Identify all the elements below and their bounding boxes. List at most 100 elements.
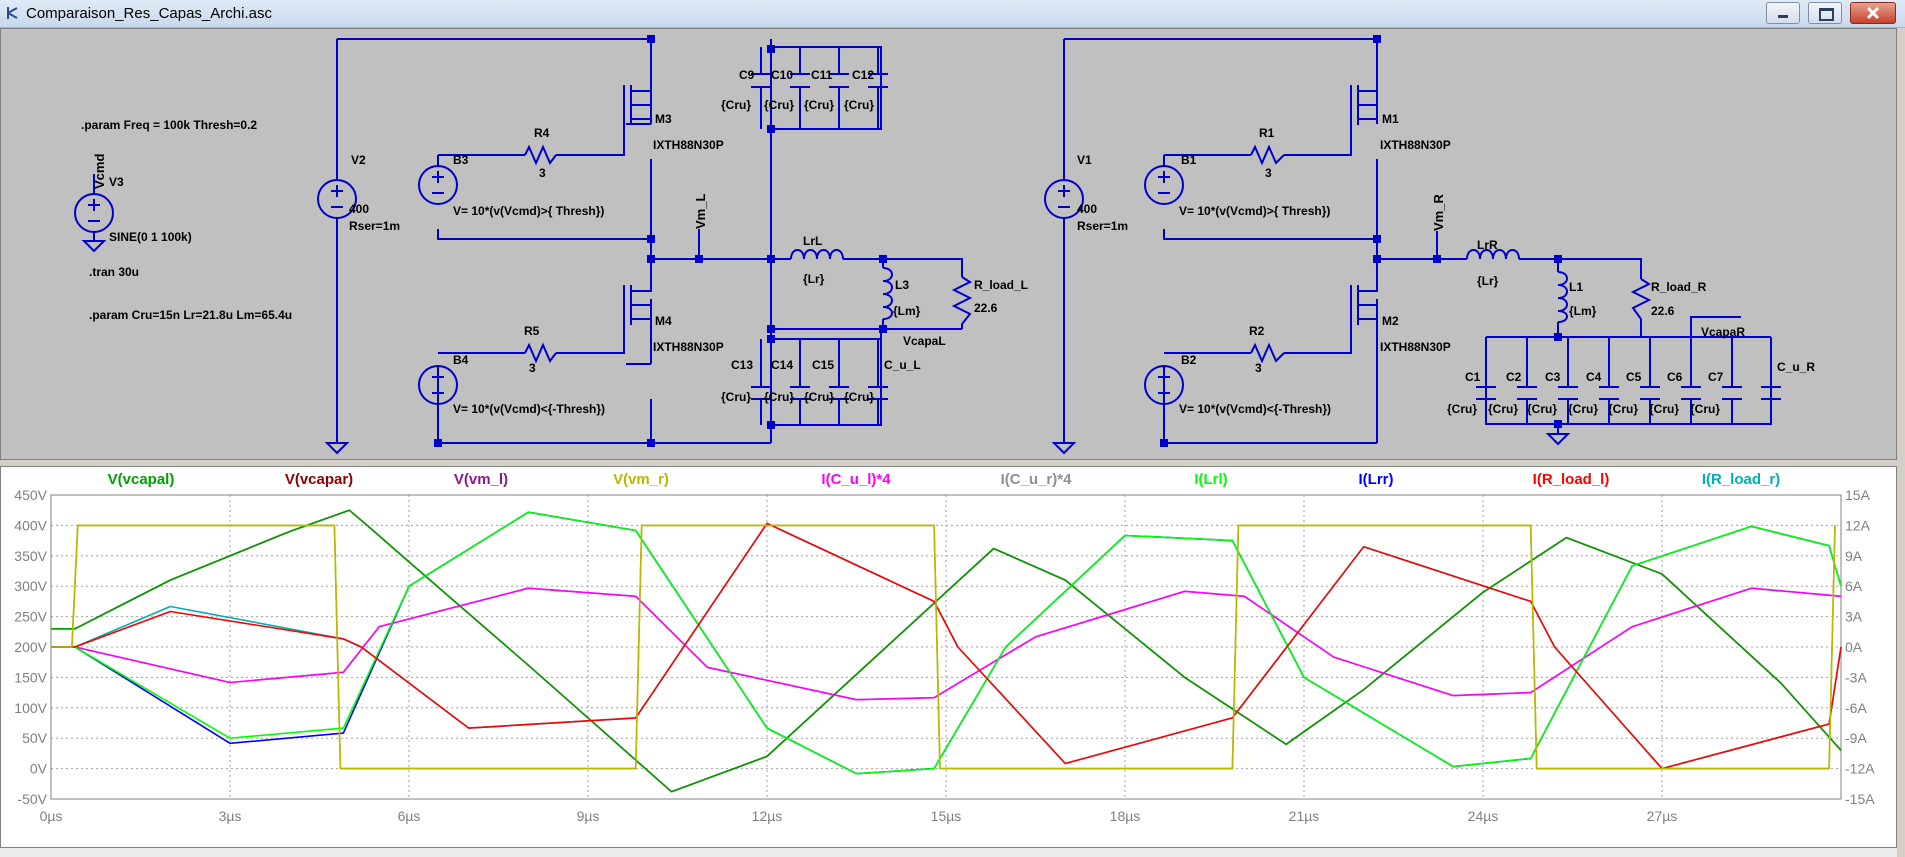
y-left-tick-label: 450V — [14, 487, 47, 503]
legend-entry[interactable]: I(R_load_l) — [1533, 471, 1610, 488]
y-right-tick-label: -15A — [1845, 791, 1875, 807]
y-left-tick-label: 350V — [14, 548, 47, 564]
plot-legend[interactable]: V(vcapal) V(vcapar) V(vm_l) V(vm_r) I(C_u_l)… — [108, 471, 1781, 488]
waveform-viewer[interactable]: 450V 400V 350V 300V 250V 200V 150V 100V 50V 0V -50… — [0, 466, 1897, 848]
schematic-canvas[interactable]: .param Freq = 100k Thresh=0.2 .tran 30u … — [1, 29, 1894, 457]
r4-value: 3 — [539, 166, 546, 180]
cap-c2-value: {Cru} — [1488, 402, 1518, 416]
legend-entry[interactable]: V(vm_l) — [454, 471, 508, 488]
close-button[interactable] — [1850, 2, 1896, 24]
b1-name: B1 — [1181, 153, 1197, 167]
legend-entry[interactable]: I(Lrr) — [1359, 471, 1394, 488]
cap-c3-value: {Cru} — [1527, 402, 1557, 416]
y-left-tick-label: 300V — [14, 578, 47, 594]
net-vcmd: Vcmd — [92, 154, 107, 189]
cap-c13-name: C13 — [731, 358, 753, 372]
r5-value: 3 — [529, 361, 536, 375]
y-right-tick-label: -9A — [1845, 730, 1867, 746]
schematic-editor[interactable]: .param Freq = 100k Thresh=0.2 .tran 30u … — [0, 28, 1897, 460]
directive-param-cru: .param Cru=15n Lr=21.8u Lm=65.4u — [89, 308, 292, 322]
legend-entry[interactable]: V(vcapar) — [285, 471, 353, 488]
net-vm-r: Vm_R — [1431, 194, 1446, 231]
cap-c13-value: {Cru} — [721, 390, 751, 404]
legend-entry[interactable]: I(C_u_r)*4 — [1001, 471, 1073, 488]
y-right-tick-label: 9A — [1845, 548, 1863, 564]
y-right-tick-label: -3A — [1845, 669, 1867, 685]
cap-c14-value: {Cru} — [764, 390, 794, 404]
title-bar: Comparaison_Res_Capas_Archi.asc — [0, 0, 1905, 28]
x-tick-label: 27µs — [1647, 808, 1678, 824]
legend-entry[interactable]: V(vm_r) — [613, 471, 669, 488]
voltage-sources — [74, 165, 1571, 455]
m1-name: M1 — [1382, 112, 1399, 126]
y-left-tick-label: 400V — [14, 517, 47, 533]
lrl-value: {Lr} — [803, 272, 825, 286]
legend-entry[interactable]: I(Lrl) — [1194, 471, 1227, 488]
x-tick-label: 6µs — [398, 808, 421, 824]
cap-c7-name: C7 — [1708, 370, 1724, 384]
r2-value: 3 — [1255, 361, 1262, 375]
l3-value: {Lm} — [893, 304, 921, 318]
cap-c-u-l-name: C_u_L — [884, 358, 921, 372]
ltspice-app-icon — [7, 7, 18, 19]
waveform-plot[interactable]: 450V 400V 350V 300V 250V 200V 150V 100V 50V 0V -50… — [1, 467, 1894, 845]
legend-entry[interactable]: I(C_u_l)*4 — [821, 471, 891, 488]
cap-c14-name: C14 — [771, 358, 793, 372]
cap-c10-value: {Cru} — [764, 98, 794, 112]
cap-c-u-r-name: C_u_R — [1777, 360, 1815, 374]
plot-axes: 450V 400V 350V 300V 250V 200V 150V 100V 50V 0V -50… — [14, 487, 1875, 824]
cap-c5-value: {Cru} — [1608, 402, 1638, 416]
b4-expr: V= 10*(v(Vcmd)<{-Thresh}) — [453, 402, 605, 416]
trace-line — [51, 587, 1842, 701]
x-tick-label: 18µs — [1110, 808, 1141, 824]
cap-c9-value: {Cru} — [721, 98, 751, 112]
b4-name: B4 — [453, 353, 469, 367]
cap-c10-name: C10 — [771, 68, 793, 82]
minimize-button[interactable] — [1766, 2, 1800, 24]
y-right-tick-label: 15A — [1845, 487, 1871, 503]
v3-name: V3 — [109, 175, 124, 189]
legend-entry[interactable]: I(R_load_r) — [1702, 471, 1780, 488]
l1-name: L1 — [1569, 280, 1583, 294]
x-tick-label: 12µs — [752, 808, 783, 824]
v2-value: 400 — [349, 202, 369, 216]
window-frame-right — [1897, 28, 1905, 857]
m2-name: M2 — [1382, 314, 1399, 328]
y-left-tick-label: -50V — [17, 791, 47, 807]
r-load-l-name: R_load_L — [974, 278, 1028, 292]
net-vcapal: VcapaL — [903, 334, 946, 348]
cap-c3-name: C3 — [1545, 370, 1561, 384]
b3-expr: V= 10*(v(Vcmd)>{ Thresh}) — [453, 204, 604, 218]
y-left-tick-label: 200V — [14, 639, 47, 655]
maximize-button[interactable] — [1808, 2, 1842, 24]
y-right-tick-label: 6A — [1845, 578, 1863, 594]
cap-c12-name: C12 — [852, 68, 874, 82]
net-vm-l: Vm_L — [693, 194, 708, 229]
l3-name: L3 — [895, 278, 909, 292]
cap-c5-name: C5 — [1626, 370, 1642, 384]
window-title: Comparaison_Res_Capas_Archi.asc — [26, 5, 272, 22]
m2-part: IXTH88N30P — [1380, 340, 1451, 354]
legend-entry[interactable]: V(vcapal) — [108, 471, 175, 488]
cap-c4-name: C4 — [1586, 370, 1602, 384]
directive-param-freq: .param Freq = 100k Thresh=0.2 — [81, 118, 257, 132]
minimize-icon — [1778, 15, 1788, 18]
cap-c11-name: C11 — [811, 68, 833, 82]
cap-c7-value: {Cru} — [1690, 402, 1720, 416]
b1-expr: V= 10*(v(Vcmd)>{ Thresh}) — [1179, 204, 1330, 218]
r5-name: R5 — [524, 324, 540, 338]
y-right-tick-label: 12A — [1845, 517, 1871, 533]
x-tick-label: 0µs — [40, 808, 63, 824]
cap-c1-value: {Cru} — [1447, 402, 1477, 416]
maximize-icon — [1819, 8, 1834, 21]
m1-part: IXTH88N30P — [1380, 138, 1451, 152]
r-load-r-value: 22.6 — [1651, 304, 1675, 318]
r4-name: R4 — [534, 126, 550, 140]
v3-value: SINE(0 1 100k) — [109, 230, 192, 244]
v1-name: V1 — [1077, 153, 1092, 167]
b2-name: B2 — [1181, 353, 1197, 367]
y-right-tick-label: -6A — [1845, 700, 1867, 716]
r-load-r-name: R_load_R — [1651, 280, 1707, 294]
trace-line — [51, 587, 1842, 701]
lrl-name: LrL — [803, 234, 822, 248]
